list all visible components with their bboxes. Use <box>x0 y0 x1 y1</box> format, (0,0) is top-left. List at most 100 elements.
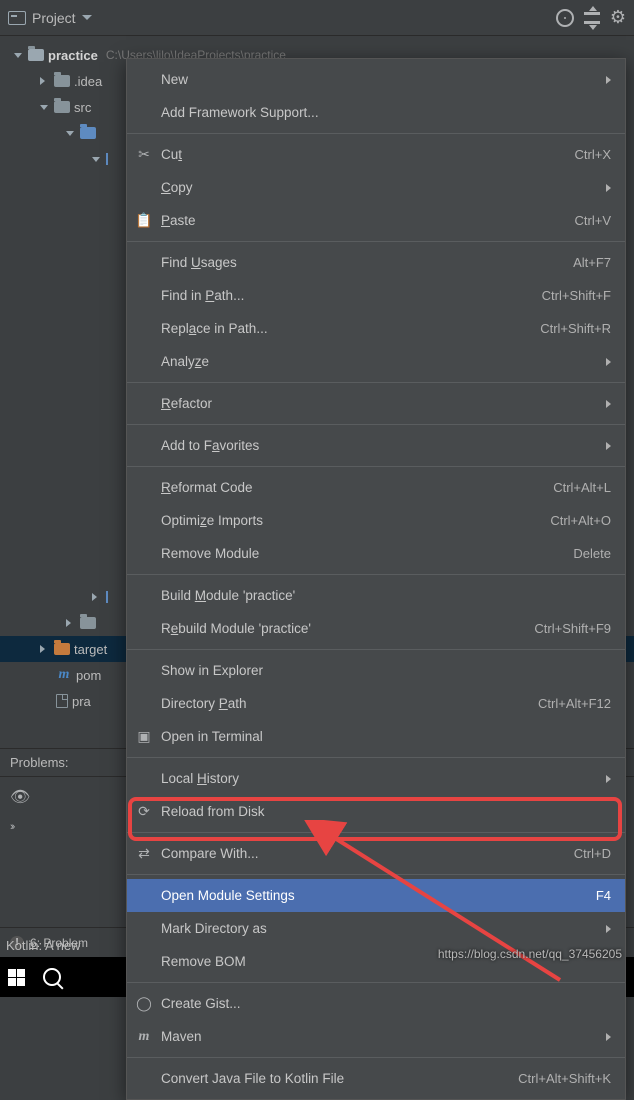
submenu-arrow-icon <box>606 442 611 450</box>
menu-separator <box>127 874 625 875</box>
expand-all-icon[interactable] <box>584 12 600 24</box>
maven-icon: m <box>56 668 72 682</box>
github-icon: ◯ <box>135 995 153 1013</box>
menu-create-gist[interactable]: ◯ Create Gist... <box>127 987 625 1020</box>
menu-compare-with[interactable]: ⇄ Compare With...Ctrl+D <box>127 837 625 870</box>
menu-label: Find Usages <box>161 255 237 270</box>
menu-label: Refactor <box>161 396 212 411</box>
expand-arrow-icon[interactable] <box>92 154 102 164</box>
menu-separator <box>127 241 625 242</box>
menu-local-history[interactable]: Local History <box>127 762 625 795</box>
menu-mark-directory-as[interactable]: Mark Directory as <box>127 912 625 945</box>
shortcut: Ctrl+Alt+Shift+K <box>518 1071 611 1086</box>
menu-add-framework[interactable]: Add Framework Support... <box>127 96 625 129</box>
menu-separator <box>127 424 625 425</box>
menu-label: Create Gist... <box>161 996 241 1011</box>
menu-label: Compare With... <box>161 846 259 861</box>
menu-convert-java-kotlin[interactable]: Convert Java File to Kotlin FileCtrl+Alt… <box>127 1062 625 1095</box>
menu-separator <box>127 832 625 833</box>
menu-separator <box>127 982 625 983</box>
menu-add-favorites[interactable]: Add to Favorites <box>127 429 625 462</box>
search-icon[interactable] <box>43 968 61 986</box>
menu-label: Open Module Settings <box>161 888 295 903</box>
file-icon <box>56 694 68 708</box>
expand-arrow-icon[interactable] <box>40 102 50 112</box>
menu-optimize-imports[interactable]: Optimize Imports Ctrl+Alt+O <box>127 504 625 537</box>
project-selector[interactable]: Project <box>8 10 92 26</box>
menu-cut[interactable]: ✂ CutCtrl+X <box>127 138 625 171</box>
menu-separator <box>127 382 625 383</box>
submenu-arrow-icon <box>606 184 611 192</box>
menu-new[interactable]: New <box>127 63 625 96</box>
maven-icon: m <box>135 1028 153 1046</box>
menu-label: Reformat Code <box>161 480 253 495</box>
project-icon <box>8 11 26 25</box>
menu-label: Optimize Imports <box>161 513 263 528</box>
menu-label: Reload from Disk <box>161 804 265 819</box>
expand-arrow-icon[interactable] <box>66 618 76 628</box>
expand-arrow-icon[interactable] <box>14 50 24 60</box>
locate-icon[interactable] <box>556 9 574 27</box>
package-icon <box>106 153 112 165</box>
menu-label: Add to Favorites <box>161 438 259 453</box>
expand-arrow-icon[interactable] <box>92 592 102 602</box>
shortcut: Ctrl+Shift+R <box>540 321 611 336</box>
shortcut: Ctrl+Shift+F9 <box>534 621 611 636</box>
menu-label: New <box>161 72 188 87</box>
submenu-arrow-icon <box>606 925 611 933</box>
menu-maven[interactable]: m Maven <box>127 1020 625 1053</box>
menu-paste[interactable]: 📋 PasteCtrl+V <box>127 204 625 237</box>
menu-label: Analyze <box>161 354 209 369</box>
menu-replace-in-path[interactable]: Replace in Path...Ctrl+Shift+R <box>127 312 625 345</box>
shortcut: Ctrl+Alt+O <box>550 513 611 528</box>
tree-label: pra <box>72 694 91 709</box>
submenu-arrow-icon <box>606 1033 611 1041</box>
menu-directory-path[interactable]: Directory Path Ctrl+Alt+F12 <box>127 687 625 720</box>
menu-build-module[interactable]: Build Module 'practice' <box>127 579 625 612</box>
menu-label: Show in Explorer <box>161 663 263 678</box>
shortcut: Ctrl+Alt+F12 <box>538 696 611 711</box>
shortcut: Ctrl+X <box>575 147 611 162</box>
menu-rebuild-module[interactable]: Rebuild Module 'practice'Ctrl+Shift+F9 <box>127 612 625 645</box>
menu-open-in-terminal[interactable]: ▣ Open in Terminal <box>127 720 625 753</box>
windows-start-button[interactable] <box>8 969 25 986</box>
package-icon <box>106 591 112 603</box>
watermark: https://blog.csdn.net/qq_37456205 <box>438 947 622 961</box>
menu-find-usages[interactable]: Find UsagesAlt+F7 <box>127 246 625 279</box>
menu-reload-from-disk[interactable]: ⟳ Reload from Disk <box>127 795 625 828</box>
menu-find-in-path[interactable]: Find in Path...Ctrl+Shift+F <box>127 279 625 312</box>
folder-icon <box>54 643 70 655</box>
shortcut: Ctrl+V <box>575 213 611 228</box>
expand-arrow-icon[interactable] <box>66 128 76 138</box>
shortcut: Ctrl+D <box>574 846 611 861</box>
menu-remove-module[interactable]: Remove Module Delete <box>127 537 625 570</box>
menu-label: Mark Directory as <box>161 921 267 936</box>
chevron-down-icon <box>82 15 92 20</box>
shortcut: Delete <box>573 546 611 561</box>
menu-label: Build Module 'practice' <box>161 588 295 603</box>
tree-label: pom <box>76 668 101 683</box>
expand-arrow-icon[interactable] <box>40 644 50 654</box>
menu-label: Directory Path <box>161 696 247 711</box>
tree-label: target <box>74 642 107 657</box>
menu-analyze[interactable]: Analyze <box>127 345 625 378</box>
menu-open-module-settings[interactable]: Open Module SettingsF4 <box>127 879 625 912</box>
submenu-arrow-icon <box>606 400 611 408</box>
menu-label: Remove BOM <box>161 954 246 969</box>
tree-label: src <box>74 100 91 115</box>
expand-arrow-icon[interactable] <box>40 76 50 86</box>
folder-icon <box>80 617 96 629</box>
menu-reformat-code[interactable]: Reformat CodeCtrl+Alt+L <box>127 471 625 504</box>
gear-icon[interactable]: ⚙ <box>610 7 626 28</box>
menu-label: Local History <box>161 771 239 786</box>
reload-icon: ⟳ <box>135 803 153 821</box>
tree-label: practice <box>48 48 98 63</box>
project-panel-header: Project ⚙ <box>0 0 634 36</box>
menu-copy[interactable]: Copy <box>127 171 625 204</box>
menu-separator <box>127 757 625 758</box>
menu-refactor[interactable]: Refactor <box>127 387 625 420</box>
folder-icon <box>80 127 96 139</box>
menu-label: Find in Path... <box>161 288 244 303</box>
menu-show-in-explorer[interactable]: Show in Explorer <box>127 654 625 687</box>
menu-label: Remove Module <box>161 546 259 561</box>
